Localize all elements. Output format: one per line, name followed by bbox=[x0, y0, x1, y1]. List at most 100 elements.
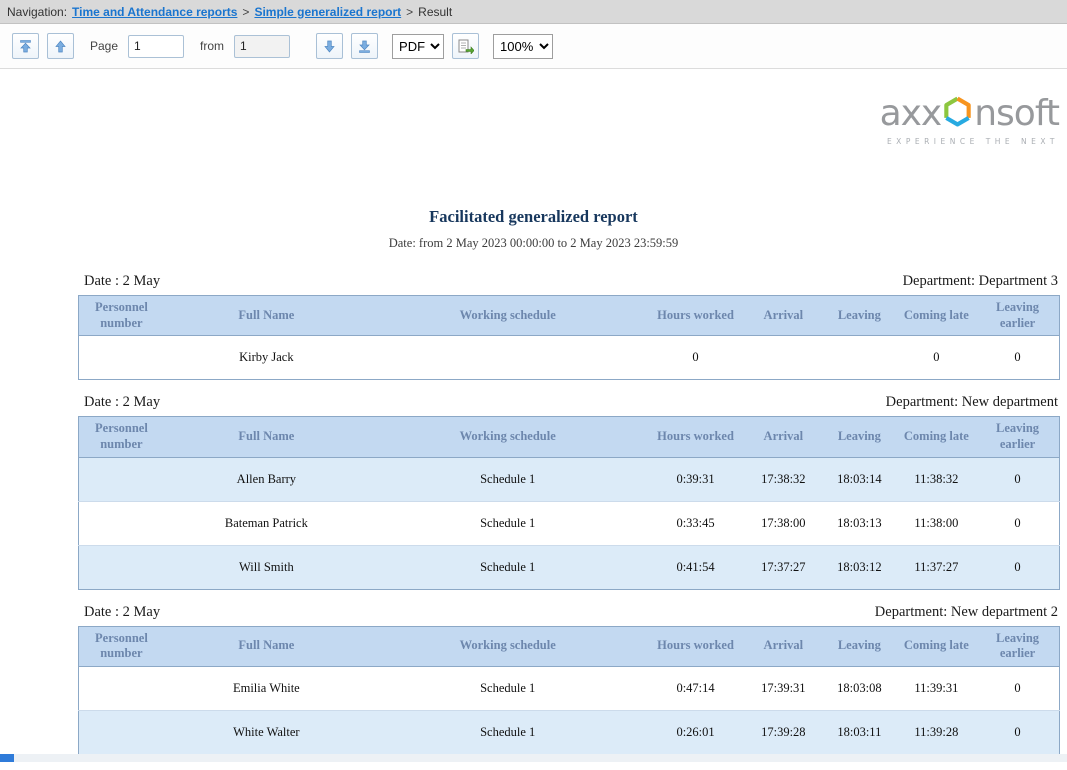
table-header-row: Personnel numberFull NameWorking schedul… bbox=[79, 626, 1060, 666]
logo-tagline: EXPERIENCE THE NEXT bbox=[880, 137, 1059, 146]
table-cell bbox=[745, 336, 822, 380]
table-cell: 0 bbox=[976, 710, 1059, 754]
table-cell: 0 bbox=[976, 501, 1059, 545]
column-header: Leaving earlier bbox=[976, 626, 1059, 666]
table-cell bbox=[369, 336, 647, 380]
table-cell: 18:03:14 bbox=[822, 457, 897, 501]
table-cell: 0 bbox=[976, 545, 1059, 589]
arrow-down-to-bar-icon bbox=[358, 40, 371, 53]
column-header: Leaving bbox=[822, 417, 897, 457]
column-header: Full Name bbox=[164, 417, 369, 457]
export-format-select[interactable]: PDF bbox=[392, 34, 444, 59]
table-row: Emilia WhiteSchedule 10:47:1417:39:3118:… bbox=[79, 666, 1060, 710]
report-table: Personnel numberFull NameWorking schedul… bbox=[78, 295, 1060, 380]
section-date-label: Date : 2 May bbox=[84, 273, 160, 290]
section-department-label: Department: Department 3 bbox=[903, 273, 1058, 290]
next-page-button[interactable] bbox=[316, 33, 343, 59]
breadcrumb-separator: > bbox=[242, 5, 249, 19]
column-header: Full Name bbox=[164, 296, 369, 336]
table-cell: 0:47:14 bbox=[647, 666, 745, 710]
column-header: Personnel number bbox=[79, 626, 164, 666]
column-header: Arrival bbox=[745, 417, 822, 457]
table-cell bbox=[79, 501, 164, 545]
table-row: Kirby Jack000 bbox=[79, 336, 1060, 380]
table-cell: 0 bbox=[976, 336, 1059, 380]
scrollbar-thumb[interactable] bbox=[0, 754, 14, 762]
table-cell: 17:38:32 bbox=[745, 457, 822, 501]
table-cell bbox=[79, 457, 164, 501]
column-header: Leaving earlier bbox=[976, 296, 1059, 336]
table-cell: 18:03:13 bbox=[822, 501, 897, 545]
report-table: Personnel numberFull NameWorking schedul… bbox=[78, 626, 1060, 755]
table-cell: 0 bbox=[976, 457, 1059, 501]
table-cell: Allen Barry bbox=[164, 457, 369, 501]
column-header: Leaving earlier bbox=[976, 417, 1059, 457]
table-row: White WalterSchedule 10:26:0117:39:2818:… bbox=[79, 710, 1060, 754]
axxonsoft-logo: axx nsoft EXPERIENCE THE NEXT bbox=[880, 95, 1059, 146]
logo-text-left: axx bbox=[880, 96, 942, 132]
table-header-row: Personnel numberFull NameWorking schedul… bbox=[79, 296, 1060, 336]
report-section: Date : 2 May Department: New department 2… bbox=[78, 604, 1060, 755]
section-department-label: Department: New department 2 bbox=[875, 604, 1058, 621]
horizontal-scrollbar[interactable] bbox=[0, 754, 1067, 762]
table-cell: 18:03:08 bbox=[822, 666, 897, 710]
page-label: Page bbox=[90, 39, 118, 53]
total-pages-field[interactable] bbox=[234, 35, 290, 58]
table-cell: Schedule 1 bbox=[369, 545, 647, 589]
arrow-up-to-bar-icon bbox=[19, 40, 32, 53]
table-cell bbox=[822, 336, 897, 380]
column-header: Hours worked bbox=[647, 417, 745, 457]
column-header: Personnel number bbox=[79, 417, 164, 457]
table-cell: 0:39:31 bbox=[647, 457, 745, 501]
section-header: Date : 2 May Department: Department 3 bbox=[78, 273, 1060, 290]
report-date-range: Date: from 2 May 2023 00:00:00 to 2 May … bbox=[0, 236, 1067, 251]
section-header: Date : 2 May Department: New department bbox=[78, 394, 1060, 411]
table-cell: Schedule 1 bbox=[369, 501, 647, 545]
report-title: Facilitated generalized report bbox=[0, 207, 1067, 227]
table-cell: Kirby Jack bbox=[164, 336, 369, 380]
section-date-label: Date : 2 May bbox=[84, 604, 160, 621]
breadcrumb-link-simple-generalized-report[interactable]: Simple generalized report bbox=[254, 5, 401, 19]
section-date-label: Date : 2 May bbox=[84, 394, 160, 411]
logo-text-right: nsoft bbox=[974, 96, 1059, 132]
section-department-label: Department: New department bbox=[886, 394, 1058, 411]
table-cell bbox=[79, 336, 164, 380]
table-cell: 0:41:54 bbox=[647, 545, 745, 589]
table-cell: 11:38:00 bbox=[897, 501, 976, 545]
table-header-row: Personnel numberFull NameWorking schedul… bbox=[79, 417, 1060, 457]
first-page-button[interactable] bbox=[12, 33, 39, 59]
breadcrumb: Navigation: Time and Attendance reports … bbox=[0, 0, 1067, 24]
table-cell: 0 bbox=[976, 666, 1059, 710]
table-row: Will SmithSchedule 10:41:5417:37:2718:03… bbox=[79, 545, 1060, 589]
table-cell: Will Smith bbox=[164, 545, 369, 589]
last-page-button[interactable] bbox=[351, 33, 378, 59]
report-section: Date : 2 May Department: Department 3 Pers… bbox=[78, 273, 1060, 380]
column-header: Coming late bbox=[897, 417, 976, 457]
table-cell: 0 bbox=[647, 336, 745, 380]
table-cell bbox=[79, 666, 164, 710]
column-header: Arrival bbox=[745, 626, 822, 666]
from-label: from bbox=[200, 39, 224, 53]
table-cell: 0:33:45 bbox=[647, 501, 745, 545]
table-cell: 18:03:12 bbox=[822, 545, 897, 589]
breadcrumb-label: Navigation: bbox=[7, 5, 67, 19]
export-button[interactable] bbox=[452, 33, 479, 59]
previous-page-button[interactable] bbox=[47, 33, 74, 59]
column-header: Personnel number bbox=[79, 296, 164, 336]
report-table: Personnel numberFull NameWorking schedul… bbox=[78, 416, 1060, 589]
column-header: Coming late bbox=[897, 296, 976, 336]
report-toolbar: Page from PDF 100% bbox=[0, 24, 1067, 69]
column-header: Working schedule bbox=[369, 296, 647, 336]
table-cell: 17:39:28 bbox=[745, 710, 822, 754]
column-header: Working schedule bbox=[369, 626, 647, 666]
table-cell: 0 bbox=[897, 336, 976, 380]
table-cell: 17:39:31 bbox=[745, 666, 822, 710]
table-cell: Schedule 1 bbox=[369, 666, 647, 710]
table-cell bbox=[79, 710, 164, 754]
column-header: Arrival bbox=[745, 296, 822, 336]
page-number-input[interactable] bbox=[128, 35, 184, 58]
zoom-select[interactable]: 100% bbox=[493, 34, 553, 59]
arrow-down-icon bbox=[323, 40, 336, 53]
table-row: Allen BarrySchedule 10:39:3117:38:3218:0… bbox=[79, 457, 1060, 501]
breadcrumb-link-time-attendance-reports[interactable]: Time and Attendance reports bbox=[72, 5, 237, 19]
